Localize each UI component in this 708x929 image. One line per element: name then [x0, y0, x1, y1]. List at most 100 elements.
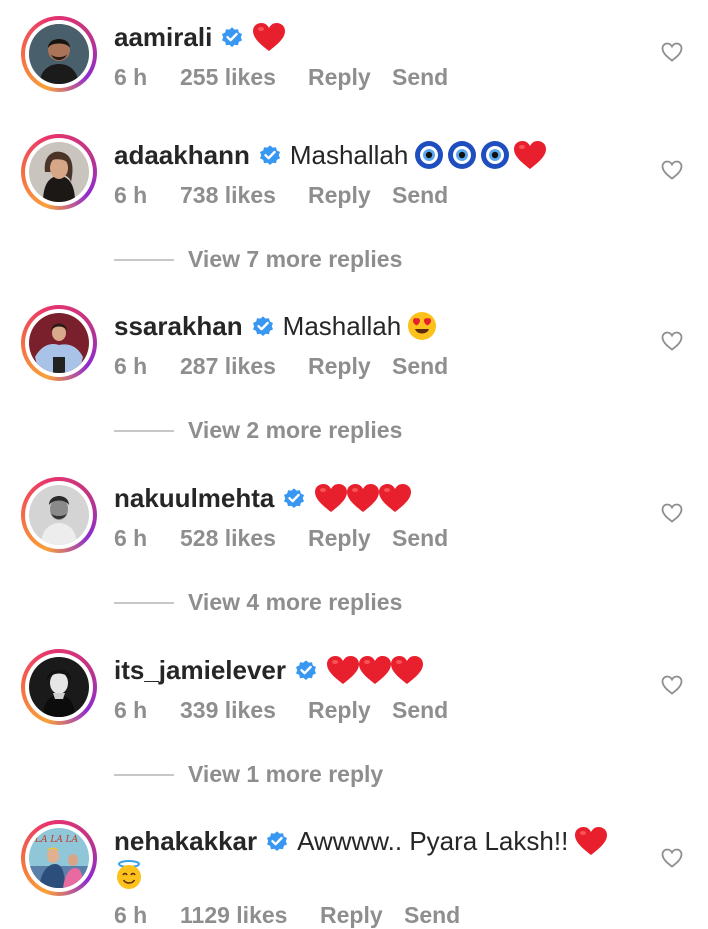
heart-outline-icon[interactable]: [661, 675, 683, 695]
username[interactable]: ssarakhan: [114, 309, 243, 343]
timestamp: 6 h: [114, 697, 148, 723]
avatar[interactable]: [29, 485, 89, 545]
emoji-group: [407, 311, 437, 341]
reply-button[interactable]: Reply: [308, 525, 392, 552]
avatar[interactable]: [29, 142, 89, 202]
heart-outline-icon[interactable]: [661, 848, 683, 868]
avatar-ring[interactable]: LA LA LA: [21, 820, 97, 896]
verified-badge-icon: [267, 831, 288, 851]
verified-badge-icon: [252, 316, 273, 336]
avatar-ring[interactable]: [21, 16, 97, 92]
heart-outline-icon[interactable]: [661, 503, 683, 523]
timestamp: 6 h: [114, 353, 148, 379]
timestamp: 6 h: [114, 182, 148, 208]
red-heart-emoji-icon: [315, 484, 348, 512]
avatar[interactable]: [29, 657, 89, 717]
likes-count[interactable]: 339 likes: [180, 697, 308, 724]
comment-meta: 6 h 528 likes Reply Send: [114, 525, 448, 552]
comment-meta: 6 h 287 likes Reply Send: [114, 353, 448, 380]
likes-count[interactable]: 1129 likes: [180, 902, 320, 929]
comment-line: aamirali: [114, 20, 286, 54]
nazar-amulet-emoji-icon: [481, 141, 510, 169]
emoji-group: [252, 22, 286, 52]
send-button[interactable]: Send: [404, 902, 460, 929]
timestamp: 6 h: [114, 902, 148, 928]
avatar-caption: LA LA LA: [34, 835, 79, 845]
comment-line-2: [114, 860, 144, 895]
heart-outline-icon[interactable]: [661, 160, 683, 180]
emoji-group: [574, 826, 608, 856]
send-button[interactable]: Send: [392, 353, 448, 380]
view-replies-label[interactable]: View 7 more replies: [188, 246, 402, 273]
comment-meta: 6 h 339 likes Reply Send: [114, 697, 448, 724]
likes-count[interactable]: 738 likes: [180, 182, 308, 209]
avatar[interactable]: LA LA LA: [29, 828, 89, 888]
verified-badge-icon: [284, 488, 305, 508]
avatar-ring[interactable]: [21, 134, 97, 210]
likes-count[interactable]: 287 likes: [180, 353, 308, 380]
replies-divider: [114, 258, 174, 261]
red-heart-emoji-icon: [347, 484, 380, 512]
reply-button[interactable]: Reply: [308, 182, 392, 209]
comment-text: Mashallah: [289, 140, 409, 170]
avatar[interactable]: [29, 24, 89, 84]
emoji-group: [314, 483, 412, 513]
likes-count[interactable]: 528 likes: [180, 525, 308, 552]
red-heart-emoji-icon: [253, 23, 286, 51]
send-button[interactable]: Send: [392, 182, 448, 209]
username[interactable]: adaakhann: [114, 138, 250, 172]
send-button[interactable]: Send: [392, 525, 448, 552]
verified-badge-icon: [259, 145, 280, 165]
username[interactable]: nakuulmehta: [114, 481, 274, 515]
likes-count[interactable]: 255 likes: [180, 64, 308, 91]
comment-line: its_jamielever: [114, 653, 424, 687]
view-more-replies[interactable]: View 7 more replies: [114, 246, 402, 273]
view-replies-label[interactable]: View 1 more reply: [188, 761, 383, 788]
reply-button[interactable]: Reply: [308, 64, 392, 91]
view-more-replies[interactable]: View 2 more replies: [114, 417, 402, 444]
comment-meta: 6 h 255 likes Reply Send: [114, 64, 448, 91]
red-heart-emoji-icon: [575, 827, 608, 855]
timestamp: 6 h: [114, 64, 148, 90]
comment-text: Awwww.. Pyara Laksh!!: [297, 826, 569, 856]
heart-outline-icon[interactable]: [661, 331, 683, 351]
comment-line: ssarakhan Mashallah: [114, 309, 437, 343]
heart-outline-icon[interactable]: [661, 42, 683, 62]
username[interactable]: aamirali: [114, 20, 212, 54]
comment-meta: 6 h 738 likes Reply Send: [114, 182, 448, 209]
replies-divider: [114, 773, 174, 776]
avatar-ring[interactable]: [21, 649, 97, 725]
comment-text: Mashallah: [282, 311, 402, 341]
nazar-amulet-emoji-icon: [415, 141, 444, 169]
avatar[interactable]: [29, 313, 89, 373]
username[interactable]: nehakakkar: [114, 824, 257, 858]
comment-line: adaakhann Mashallah: [114, 138, 547, 172]
replies-divider: [114, 429, 174, 432]
username[interactable]: its_jamielever: [114, 653, 286, 687]
emoji-group: [414, 140, 547, 170]
view-more-replies[interactable]: View 4 more replies: [114, 589, 402, 616]
red-heart-emoji-icon: [359, 656, 392, 684]
red-heart-emoji-icon: [391, 656, 424, 684]
comment-meta: 6 h 1129 likes Reply Send: [114, 902, 460, 929]
send-button[interactable]: Send: [392, 64, 448, 91]
view-replies-label[interactable]: View 4 more replies: [188, 589, 402, 616]
red-heart-emoji-icon: [514, 141, 547, 169]
comment-line: nehakakkar Awwww.. Pyara Laksh!!: [114, 824, 608, 858]
reply-button[interactable]: Reply: [308, 353, 392, 380]
avatar-ring[interactable]: [21, 305, 97, 381]
view-replies-label[interactable]: View 2 more replies: [188, 417, 402, 444]
send-button[interactable]: Send: [392, 697, 448, 724]
red-heart-emoji-icon: [327, 656, 360, 684]
reply-button[interactable]: Reply: [320, 902, 404, 929]
view-more-replies[interactable]: View 1 more reply: [114, 761, 383, 788]
timestamp: 6 h: [114, 525, 148, 551]
reply-button[interactable]: Reply: [308, 697, 392, 724]
nazar-amulet-emoji-icon: [448, 141, 477, 169]
emoji-group: [326, 655, 424, 685]
avatar-ring[interactable]: [21, 477, 97, 553]
verified-badge-icon: [296, 660, 317, 680]
comment-line: nakuulmehta: [114, 481, 412, 515]
replies-divider: [114, 601, 174, 604]
red-heart-emoji-icon: [379, 484, 412, 512]
